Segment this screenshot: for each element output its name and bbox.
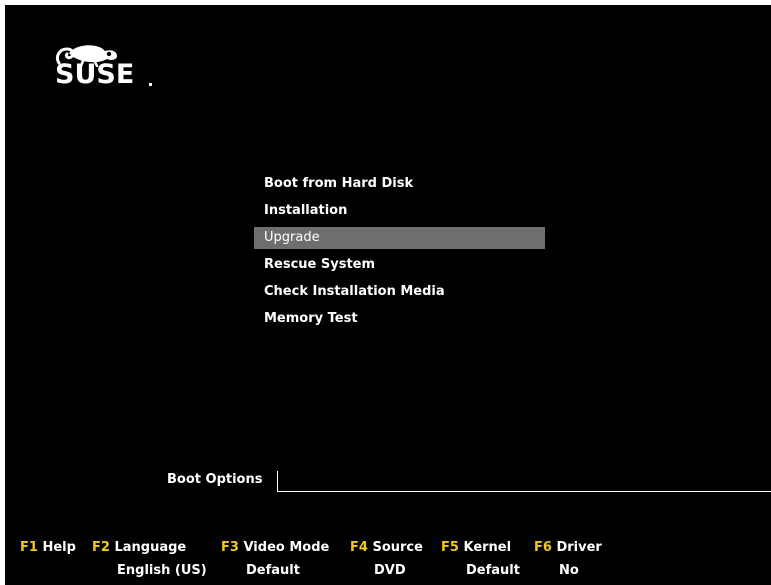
fkey-key: F1 xyxy=(20,540,38,555)
menu-item-installation[interactable]: Installation xyxy=(254,199,545,226)
fkey-language[interactable]: F2 Language xyxy=(92,540,186,555)
fkey-help[interactable]: F1 Help xyxy=(20,540,76,555)
fkey-key: F6 xyxy=(534,540,552,555)
menu-item-label: Installation xyxy=(264,203,348,218)
menu-item-label: Boot from Hard Disk xyxy=(264,176,414,191)
fkey-video-mode-value: Default xyxy=(246,563,300,578)
fkey-video-mode[interactable]: F3 Video Mode xyxy=(221,540,329,555)
boot-options-label: Boot Options xyxy=(167,472,263,487)
boot-options-input[interactable] xyxy=(277,491,771,492)
fkey-source-value: DVD xyxy=(374,563,406,578)
fkey-key: F3 xyxy=(221,540,239,555)
fkey-driver[interactable]: F6 Driver xyxy=(534,540,602,555)
boot-options-cursor[interactable] xyxy=(277,471,278,491)
fkey-label: Video Mode xyxy=(243,540,330,555)
fkey-kernel-value: Default xyxy=(466,563,520,578)
menu-item-boot-from-hard-disk[interactable]: Boot from Hard Disk xyxy=(254,172,545,199)
menu-item-label: Upgrade xyxy=(254,227,545,249)
suse-logo: SUSE xyxy=(45,43,155,95)
function-key-bar: F1 Help F2 Language English (US) F3 Vide… xyxy=(5,540,771,585)
menu-item-memory-test[interactable]: Memory Test xyxy=(254,307,545,334)
suse-wordmark: SUSE xyxy=(55,59,135,90)
menu-item-upgrade[interactable]: Upgrade xyxy=(254,226,545,253)
menu-item-label: Memory Test xyxy=(264,311,358,326)
fkey-key: F2 xyxy=(92,540,110,555)
menu-item-check-installation-media[interactable]: Check Installation Media xyxy=(254,280,545,307)
fkey-key: F4 xyxy=(350,540,368,555)
boot-screen: SUSE Boot from Hard Disk Installation Up… xyxy=(5,5,771,585)
fkey-label: Source xyxy=(372,540,423,555)
fkey-language-value: English (US) xyxy=(117,563,207,578)
fkey-label: Help xyxy=(42,540,76,555)
fkey-label: Kernel xyxy=(463,540,512,555)
menu-item-label: Rescue System xyxy=(264,257,376,272)
menu-item-label: Check Installation Media xyxy=(264,284,445,299)
fkey-kernel[interactable]: F5 Kernel xyxy=(441,540,511,555)
fkey-label: Language xyxy=(114,540,187,555)
fkey-driver-value: No xyxy=(559,563,579,578)
logo-dot xyxy=(149,83,152,86)
fkey-key: F5 xyxy=(441,540,459,555)
menu-item-rescue-system[interactable]: Rescue System xyxy=(254,253,545,280)
fkey-label: Driver xyxy=(556,540,602,555)
boot-menu: Boot from Hard Disk Installation Upgrade… xyxy=(254,172,545,334)
fkey-source[interactable]: F4 Source xyxy=(350,540,423,555)
